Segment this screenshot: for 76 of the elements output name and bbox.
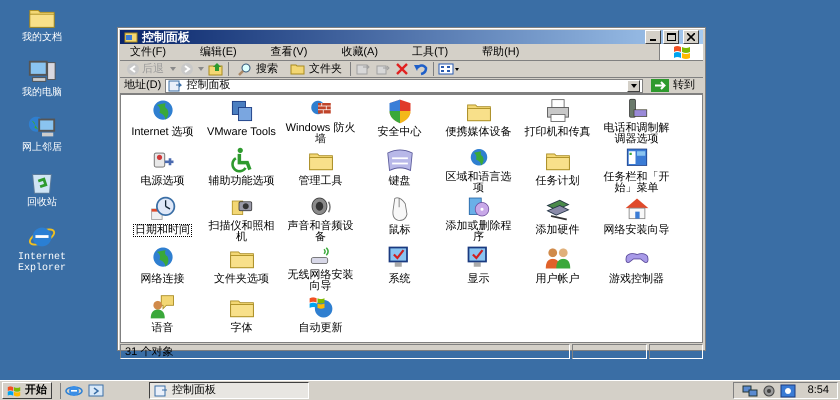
menu-item[interactable]: 文件(F) — [120, 44, 176, 60]
address-label: 地址(D) — [124, 78, 162, 94]
folder-icon — [290, 62, 306, 76]
control-panel-item[interactable]: 无线网络安装向导 — [282, 269, 358, 293]
control-panel-item[interactable]: 便携媒体设备 — [444, 126, 514, 139]
undo-icon[interactable] — [413, 62, 429, 76]
control-panel-item[interactable]: 文件夹选项 — [212, 273, 271, 286]
control-panel-item[interactable]: 安全中心 — [376, 126, 424, 139]
clock-icon — [148, 195, 176, 223]
desktop-icon-label[interactable]: 我的文档 — [7, 32, 77, 43]
control-panel-item[interactable]: 用户帐户 — [534, 273, 582, 286]
close-button[interactable] — [683, 30, 699, 44]
control-panel-item[interactable]: 电话和调制解调器选项 — [598, 122, 674, 146]
control-panel-item[interactable]: Windows 防火墙 — [282, 122, 358, 146]
desktop-icon-label[interactable]: 回收站 — [7, 197, 77, 208]
control-panel-item[interactable]: 任务栏和「开始」菜单 — [598, 171, 674, 195]
control-panel-item[interactable]: 显示 — [466, 273, 492, 286]
desktop-icon-label[interactable]: 网上邻居 — [7, 142, 77, 153]
control-panel-item[interactable]: 网络安装向导 — [602, 224, 672, 237]
delete-icon[interactable] — [395, 62, 409, 76]
control-panel-item[interactable]: 声音和音频设备 — [282, 220, 358, 244]
control-panel-item[interactable]: 任务计划 — [534, 175, 582, 188]
folder-icon — [124, 31, 138, 43]
speaker-icon[interactable] — [762, 384, 776, 398]
dropdown-arrow-icon — [630, 84, 636, 88]
desktop-icon-label[interactable]: Internet Explorer — [7, 252, 77, 274]
control-panel-item[interactable]: 网络连接 — [138, 273, 186, 286]
control-panel-item[interactable]: 语音 — [150, 322, 176, 335]
desktop-icon-label[interactable]: 我的电脑 — [7, 87, 77, 98]
control-panel-item[interactable]: 字体 — [228, 322, 254, 335]
flag-logo-icon — [7, 384, 21, 396]
control-panel-icon — [168, 80, 182, 92]
address-field[interactable]: 控制面板 — [165, 78, 643, 92]
control-panel-item[interactable]: 管理工具 — [296, 175, 344, 188]
control-panel-item[interactable]: 自动更新 — [296, 322, 344, 335]
menu-item[interactable]: 查看(V) — [260, 44, 318, 60]
dropdown-arrow-icon — [170, 67, 176, 71]
monitor-icon[interactable] — [780, 384, 796, 398]
control-panel-item[interactable]: Internet 选项 — [129, 126, 196, 139]
control-panel-item[interactable]: 区域和语言选项 — [440, 171, 516, 195]
network-icon[interactable] — [742, 384, 758, 398]
menu-item[interactable]: 帮助(H) — [472, 44, 530, 60]
control-panel-icon — [154, 384, 168, 396]
speech-bubble-icon — [148, 293, 176, 321]
menu-item[interactable]: 编辑(E) — [190, 44, 247, 60]
control-panel-item[interactable]: 添加或删除程序 — [440, 220, 516, 244]
control-panel-item[interactable]: 扫描仪和照相机 — [204, 220, 280, 244]
views-icon[interactable] — [438, 62, 460, 76]
control-panel-item[interactable]: 游戏控制器 — [607, 273, 666, 286]
control-panel-item[interactable]: 键盘 — [386, 175, 412, 188]
folders-button[interactable]: 文件夹 — [286, 60, 346, 78]
minimize-button[interactable] — [645, 30, 661, 44]
search-icon — [237, 62, 253, 76]
menu-item[interactable]: 收藏(A) — [331, 44, 388, 60]
close-icon — [687, 33, 695, 41]
control-panel-item[interactable]: 系统 — [386, 273, 412, 286]
up-folder-icon[interactable] — [208, 62, 224, 76]
dropdown-arrow-icon — [198, 67, 204, 71]
control-panel-item[interactable]: 打印机和传真 — [522, 126, 592, 139]
clock: 8:54 — [808, 383, 829, 398]
control-panel-item[interactable]: 鼠标 — [386, 224, 412, 237]
control-panel-item[interactable]: 电源选项 — [138, 175, 186, 188]
taskbar-button[interactable]: 控制面板 — [149, 382, 309, 399]
start-button[interactable]: 开始 — [2, 382, 52, 399]
search-button[interactable]: 搜索 — [233, 60, 282, 78]
menu-item[interactable]: 工具(T) — [402, 44, 458, 60]
control-panel-item[interactable]: 添加硬件 — [534, 224, 582, 237]
window-title: 控制面板 — [142, 31, 190, 43]
desktop-icon[interactable] — [87, 382, 105, 398]
control-panel-item[interactable]: 辅助功能选项 — [206, 175, 276, 188]
go-button[interactable]: 转到 — [647, 77, 699, 94]
maximize-button[interactable] — [663, 30, 679, 44]
go-arrow-icon — [651, 79, 669, 92]
flag-logo-icon — [672, 45, 690, 59]
control-panel-item[interactable]: VMware Tools — [205, 126, 278, 139]
dropdown-button[interactable] — [627, 80, 640, 92]
